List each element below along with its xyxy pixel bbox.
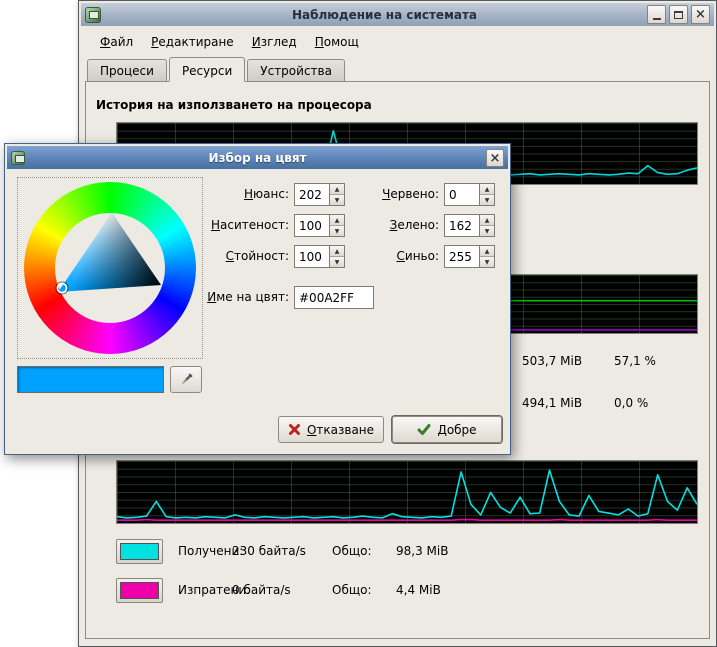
value-spin-down[interactable]: ▼ xyxy=(330,256,344,267)
blue-label: Синьо: xyxy=(360,249,439,263)
saturation-spinbox[interactable]: 100 ▲▼ xyxy=(294,214,345,237)
cpu-section-title: История на използването на процесора xyxy=(96,98,372,112)
blue-spinbox[interactable]: 255 ▲▼ xyxy=(444,245,495,268)
app-icon xyxy=(85,7,101,23)
color-name-input[interactable] xyxy=(294,286,374,309)
color-preview xyxy=(17,366,164,393)
saturation-label: Наситеност: xyxy=(205,218,289,232)
hue-value[interactable]: 202 xyxy=(295,184,329,205)
desktop: Наблюдение на системата × Файл Редактира… xyxy=(0,0,717,647)
dialog-titlebar[interactable]: Избор на цвят × xyxy=(7,146,508,169)
swap-used-value: 494,1 MiB xyxy=(522,396,582,410)
tab-processes[interactable]: Процеси xyxy=(87,59,167,81)
cancel-button[interactable]: Отказване xyxy=(278,416,384,443)
swap-used-percent: 0,0 % xyxy=(614,396,648,410)
dialog-close-button[interactable]: × xyxy=(486,149,504,167)
minimize-button[interactable] xyxy=(647,5,666,24)
sent-total-label: Общо: xyxy=(332,583,372,597)
menu-file[interactable]: Файл xyxy=(91,31,142,53)
tab-resources[interactable]: Ресурси xyxy=(169,57,245,82)
saturation-spin-down[interactable]: ▼ xyxy=(330,225,344,236)
received-color-button[interactable] xyxy=(116,539,163,564)
menu-bar: Файл Редактиране Изглед Помощ xyxy=(83,29,712,54)
menu-edit[interactable]: Редактиране xyxy=(142,31,243,53)
close-button[interactable]: × xyxy=(691,5,710,24)
eyedropper-icon xyxy=(178,372,194,388)
saturation-value[interactable]: 100 xyxy=(295,215,329,236)
blue-spin-down[interactable]: ▼ xyxy=(480,256,494,267)
value-spin-up[interactable]: ▲ xyxy=(330,246,344,256)
red-label: Червено: xyxy=(360,187,439,201)
value-label: Стойност: xyxy=(205,249,289,263)
green-spinbox[interactable]: 162 ▲▼ xyxy=(444,214,495,237)
hue-spin-down[interactable]: ▼ xyxy=(330,194,344,205)
green-spin-down[interactable]: ▼ xyxy=(480,225,494,236)
green-label: Зелено: xyxy=(360,218,439,232)
received-color-swatch xyxy=(120,543,159,560)
maximize-icon xyxy=(674,11,683,19)
blue-spin-up[interactable]: ▲ xyxy=(480,246,494,256)
tab-bar: Процеси Ресурси Устройства xyxy=(85,56,710,81)
cancel-button-label: Отказване xyxy=(307,423,374,437)
value-value[interactable]: 100 xyxy=(295,246,329,267)
maximize-button[interactable] xyxy=(669,5,688,24)
dialog-icon xyxy=(11,151,25,165)
red-spinbox[interactable]: 0 ▲▼ xyxy=(444,183,495,206)
color-picker-dialog: Избор на цвят × xyxy=(4,143,511,455)
minimize-icon xyxy=(653,18,661,20)
red-spin-down[interactable]: ▼ xyxy=(480,194,494,205)
dialog-title: Избор на цвят xyxy=(35,151,480,165)
sent-rate: 0 байта/s xyxy=(232,583,291,597)
color-wheel-area xyxy=(17,177,203,359)
color-name-label: Име на цвят: xyxy=(185,290,289,304)
close-icon: × xyxy=(695,8,706,21)
main-titlebar[interactable]: Наблюдение на системата × xyxy=(81,3,714,26)
tab-devices[interactable]: Устройства xyxy=(247,59,345,81)
sent-color-swatch xyxy=(120,582,159,599)
value-spinbox[interactable]: 100 ▲▼ xyxy=(294,245,345,268)
received-total: 98,3 MiB xyxy=(396,544,448,558)
red-spin-up[interactable]: ▲ xyxy=(480,184,494,194)
hsv-triangle[interactable] xyxy=(24,182,196,354)
triangle-black-shade xyxy=(58,213,161,292)
dialog-close-icon: × xyxy=(490,152,501,165)
hue-spinbox[interactable]: 202 ▲▼ xyxy=(294,183,345,206)
hue-spin-up[interactable]: ▲ xyxy=(330,184,344,194)
window-title: Наблюдение на системата xyxy=(127,8,642,22)
green-value[interactable]: 162 xyxy=(445,215,479,236)
menu-view[interactable]: Изглед xyxy=(243,31,306,53)
sent-total: 4,4 MiB xyxy=(396,583,441,597)
green-spin-up[interactable]: ▲ xyxy=(480,215,494,225)
ok-button-label: Добре xyxy=(437,423,476,437)
received-total-label: Общо: xyxy=(332,544,372,558)
red-value[interactable]: 0 xyxy=(445,184,479,205)
eyedropper-button[interactable] xyxy=(170,366,202,393)
saturation-spin-up[interactable]: ▲ xyxy=(330,215,344,225)
memory-used-value: 503,7 MiB xyxy=(522,354,582,368)
blue-value[interactable]: 255 xyxy=(445,246,479,267)
menu-help[interactable]: Помощ xyxy=(306,31,368,53)
ok-icon xyxy=(417,423,431,436)
received-rate: 230 байта/s xyxy=(232,544,306,558)
cancel-icon xyxy=(288,423,301,436)
hue-label: Нюанс: xyxy=(205,187,289,201)
sent-color-button[interactable] xyxy=(116,578,163,603)
ok-button[interactable]: Добре xyxy=(392,416,502,443)
network-history-chart xyxy=(116,460,698,524)
memory-used-percent: 57,1 % xyxy=(614,354,656,368)
